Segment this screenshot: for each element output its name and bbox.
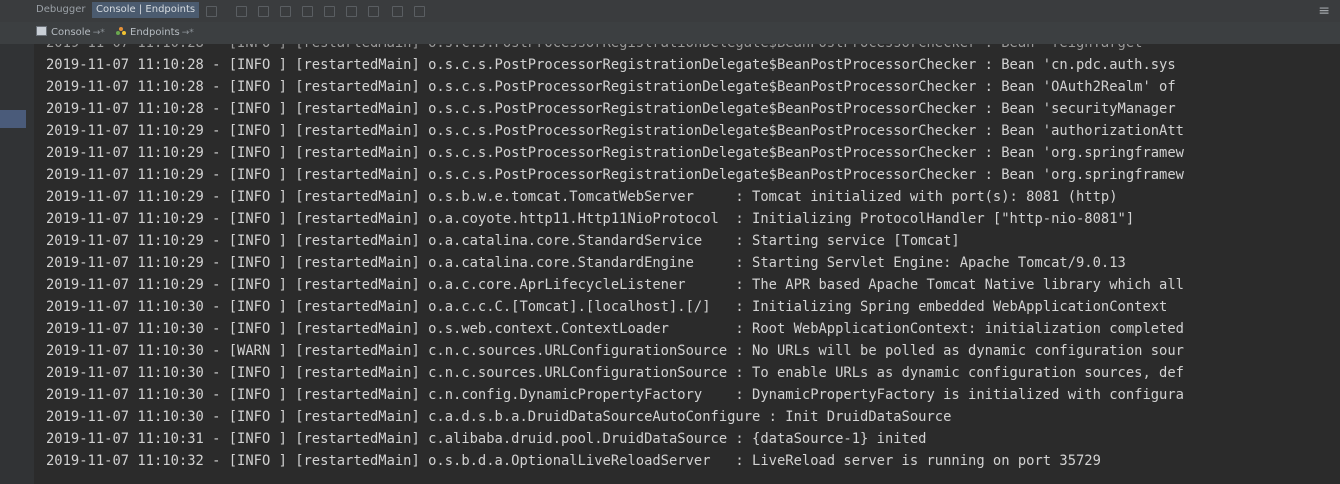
log-line: 2019-11-07 11:10:29 - [INFO ] [restarted… — [46, 211, 1135, 227]
endpoints-tab[interactable]: Endpoints →* — [116, 25, 194, 41]
log-line: 2019-11-07 11:10:29 - [INFO ] [restarted… — [46, 123, 1184, 139]
tab-debugger[interactable]: Debugger — [32, 2, 90, 18]
menu-icon[interactable]: ≡ — [1318, 4, 1330, 18]
log-line-warn: 2019-11-07 11:10:30 - [WARN ] [restarted… — [46, 343, 1184, 359]
step-over-icon[interactable] — [236, 6, 247, 17]
console-gutter — [0, 44, 34, 484]
log-line: 2019-11-07 11:10:28 - [INFO ] [restarted… — [46, 79, 1176, 95]
console-icon — [36, 26, 47, 36]
log-line: 2019-11-07 11:10:31 - [INFO ] [restarted… — [46, 431, 927, 447]
force-step-into-icon[interactable] — [280, 6, 291, 17]
log-line: 2019-11-07 11:10:29 - [INFO ] [restarted… — [46, 189, 1118, 205]
log-line: 2019-11-07 11:10:32 - [INFO ] [restarted… — [46, 453, 1101, 469]
trace-icon[interactable] — [392, 6, 403, 17]
tab-console-endpoints[interactable]: Console | Endpoints — [92, 2, 200, 18]
log-line: 2019-11-07 11:10:29 - [INFO ] [restarted… — [46, 233, 960, 249]
gutter-marker — [0, 110, 26, 128]
log-line: 2019-11-07 11:10:29 - [INFO ] [restarted… — [46, 167, 1184, 183]
pin-icon: →* — [181, 28, 194, 38]
log-line: 2019-11-07 11:10:30 - [INFO ] [restarted… — [46, 321, 1184, 337]
endpoints-icon — [116, 26, 126, 36]
pin-icon: →* — [92, 28, 105, 38]
drop-frame-icon[interactable] — [324, 6, 335, 17]
log-line: 2019-11-07 11:10:28 - [INFO ] [restarted… — [46, 57, 1176, 73]
log-line: 2019-11-07 11:10:29 - [INFO ] [restarted… — [46, 255, 1126, 271]
step-into-icon[interactable] — [258, 6, 269, 17]
run-to-cursor-icon[interactable] — [346, 6, 357, 17]
log-line: 2019-11-07 11:10:30 - [INFO ] [restarted… — [46, 299, 1168, 315]
log-line: 2019-11-07 11:10:30 - [INFO ] [restarted… — [46, 387, 1184, 403]
debug-toolbar: Debugger Console | Endpoints ≡ — [0, 0, 1340, 23]
endpoints-tab-label: Endpoints — [130, 27, 180, 38]
step-out-icon[interactable] — [302, 6, 313, 17]
layout-icon[interactable] — [206, 6, 217, 17]
log-line: 2019-11-07 11:10:29 - [INFO ] [restarted… — [46, 277, 1184, 293]
console-tab[interactable]: Console →* — [36, 25, 105, 41]
log-line: 2019-11-07 11:10:28 - [INFO ] [restarted… — [46, 101, 1176, 117]
console-output[interactable]: 2019-11-07 11:10:28 - [INFO ] [restarted… — [34, 44, 1340, 484]
log-line: 2019-11-07 11:10:30 - [INFO ] [restarted… — [46, 409, 952, 425]
console-toolbar: Console →* Endpoints →* — [0, 22, 1340, 45]
log-line-partial: 2019-11-07 11:10:28 - [INFO ] [restarted… — [46, 44, 1151, 54]
evaluate-icon[interactable] — [368, 6, 379, 17]
log-line: 2019-11-07 11:10:30 - [INFO ] [restarted… — [46, 365, 1184, 381]
log-line: 2019-11-07 11:10:29 - [INFO ] [restarted… — [46, 145, 1184, 161]
settings-icon[interactable] — [414, 6, 425, 17]
console-tab-label: Console — [51, 27, 91, 38]
